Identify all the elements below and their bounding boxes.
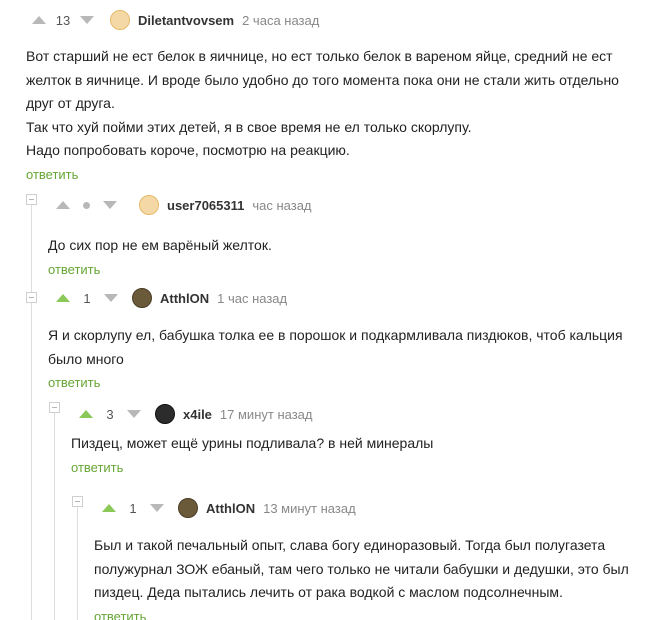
comment-paragraph: Я и скорлупу ел, бабушка толка ее в поро… — [48, 327, 623, 367]
downvote-icon[interactable] — [104, 294, 118, 302]
upvote-icon[interactable] — [79, 410, 93, 418]
reply-link[interactable]: ответить — [71, 460, 123, 475]
avatar[interactable] — [132, 288, 152, 308]
comment-header: 1 AtthlON 1 час назад — [48, 286, 638, 310]
comment-text: Был и такой печальный опыт, слава богу е… — [94, 534, 634, 605]
comment: user7065311 час назад До сих пор не ем в… — [48, 193, 638, 279]
vote-block: 3 — [71, 407, 155, 422]
comment-text: Вот старший не ест белок в яичнице, но е… — [26, 45, 641, 163]
author-nickname[interactable]: AtthlON — [160, 291, 209, 306]
vote-block: 1 — [48, 291, 132, 306]
author-nickname[interactable]: Diletantvovsem — [138, 13, 234, 28]
comment-text: До сих пор не ем варёный желток. — [48, 234, 638, 258]
comment-paragraph: Пиздец, может ещё урины подливала? в ней… — [71, 435, 434, 451]
comment: 1 AtthlON 1 час назад Я и скорлупу ел, б… — [48, 286, 638, 392]
author-nickname[interactable]: AtthlON — [206, 501, 255, 516]
thread-line — [31, 202, 32, 620]
reply-link[interactable]: ответить — [48, 375, 100, 390]
comment-header: user7065311 час назад — [48, 193, 638, 217]
comment-header: 13 Diletantvovsem 2 часа назад — [26, 8, 641, 32]
thread-line — [54, 410, 55, 620]
upvote-icon[interactable] — [56, 294, 70, 302]
comment: 1 AtthlON 13 минут назад Был и такой печ… — [94, 496, 634, 620]
comment-time[interactable]: 13 минут назад — [263, 501, 356, 516]
collapse-toggle[interactable] — [26, 292, 37, 303]
comment-paragraph: Надо попробовать короче, посмотрю на реа… — [26, 142, 350, 158]
collapse-toggle[interactable] — [49, 402, 60, 413]
author-nickname[interactable]: user7065311 — [167, 198, 244, 213]
reply-link[interactable]: ответить — [48, 262, 100, 277]
comment-paragraph: До сих пор не ем варёный желток. — [48, 237, 272, 253]
downvote-icon[interactable] — [103, 201, 117, 209]
upvote-icon[interactable] — [32, 16, 46, 24]
author-nickname[interactable]: x4ile — [183, 407, 212, 422]
rating-score: 1 — [83, 290, 91, 306]
comment-time[interactable]: 1 час назад — [217, 291, 287, 306]
rating-score: 3 — [106, 406, 114, 422]
comment-paragraph: Вот старший не ест белок в яичнице, но е… — [26, 48, 619, 111]
upvote-icon[interactable] — [56, 201, 70, 209]
comment-time[interactable]: 2 часа назад — [242, 13, 319, 28]
rating-hidden-dot — [83, 201, 90, 209]
thread-line — [77, 504, 78, 620]
comment-paragraph: Так что хуй пойми этих детей, я в свое в… — [26, 118, 472, 135]
vote-block — [48, 201, 132, 209]
avatar[interactable] — [139, 195, 159, 215]
reply-link[interactable]: ответить — [26, 167, 78, 182]
avatar[interactable] — [155, 404, 175, 424]
collapse-toggle[interactable] — [72, 496, 83, 507]
vote-block: 1 — [94, 501, 178, 516]
upvote-icon[interactable] — [102, 504, 116, 512]
comment: 13 Diletantvovsem 2 часа назад Вот старш… — [26, 8, 641, 184]
collapse-toggle[interactable] — [26, 194, 37, 205]
avatar[interactable] — [110, 10, 130, 30]
comment-time[interactable]: 17 минут назад — [220, 407, 313, 422]
comment: 3 x4ile 17 минут назад Пиздец, может ещё… — [71, 402, 638, 477]
rating-score: 1 — [129, 500, 137, 516]
downvote-icon[interactable] — [127, 410, 141, 418]
downvote-icon[interactable] — [150, 504, 164, 512]
rating-score: 13 — [55, 12, 71, 28]
comment-header: 1 AtthlON 13 минут назад — [94, 496, 634, 520]
comment-time[interactable]: час назад — [252, 198, 311, 213]
vote-block: 13 — [26, 13, 110, 28]
comment-text: Я и скорлупу ел, бабушка толка ее в поро… — [48, 324, 638, 371]
reply-link[interactable]: ответить — [94, 609, 146, 620]
avatar[interactable] — [178, 498, 198, 518]
comment-paragraph: Был и такой печальный опыт, слава богу е… — [94, 537, 629, 600]
comment-text: Пиздец, может ещё урины подливала? в ней… — [71, 432, 638, 456]
downvote-icon[interactable] — [80, 16, 94, 24]
comment-header: 3 x4ile 17 минут назад — [71, 402, 638, 426]
